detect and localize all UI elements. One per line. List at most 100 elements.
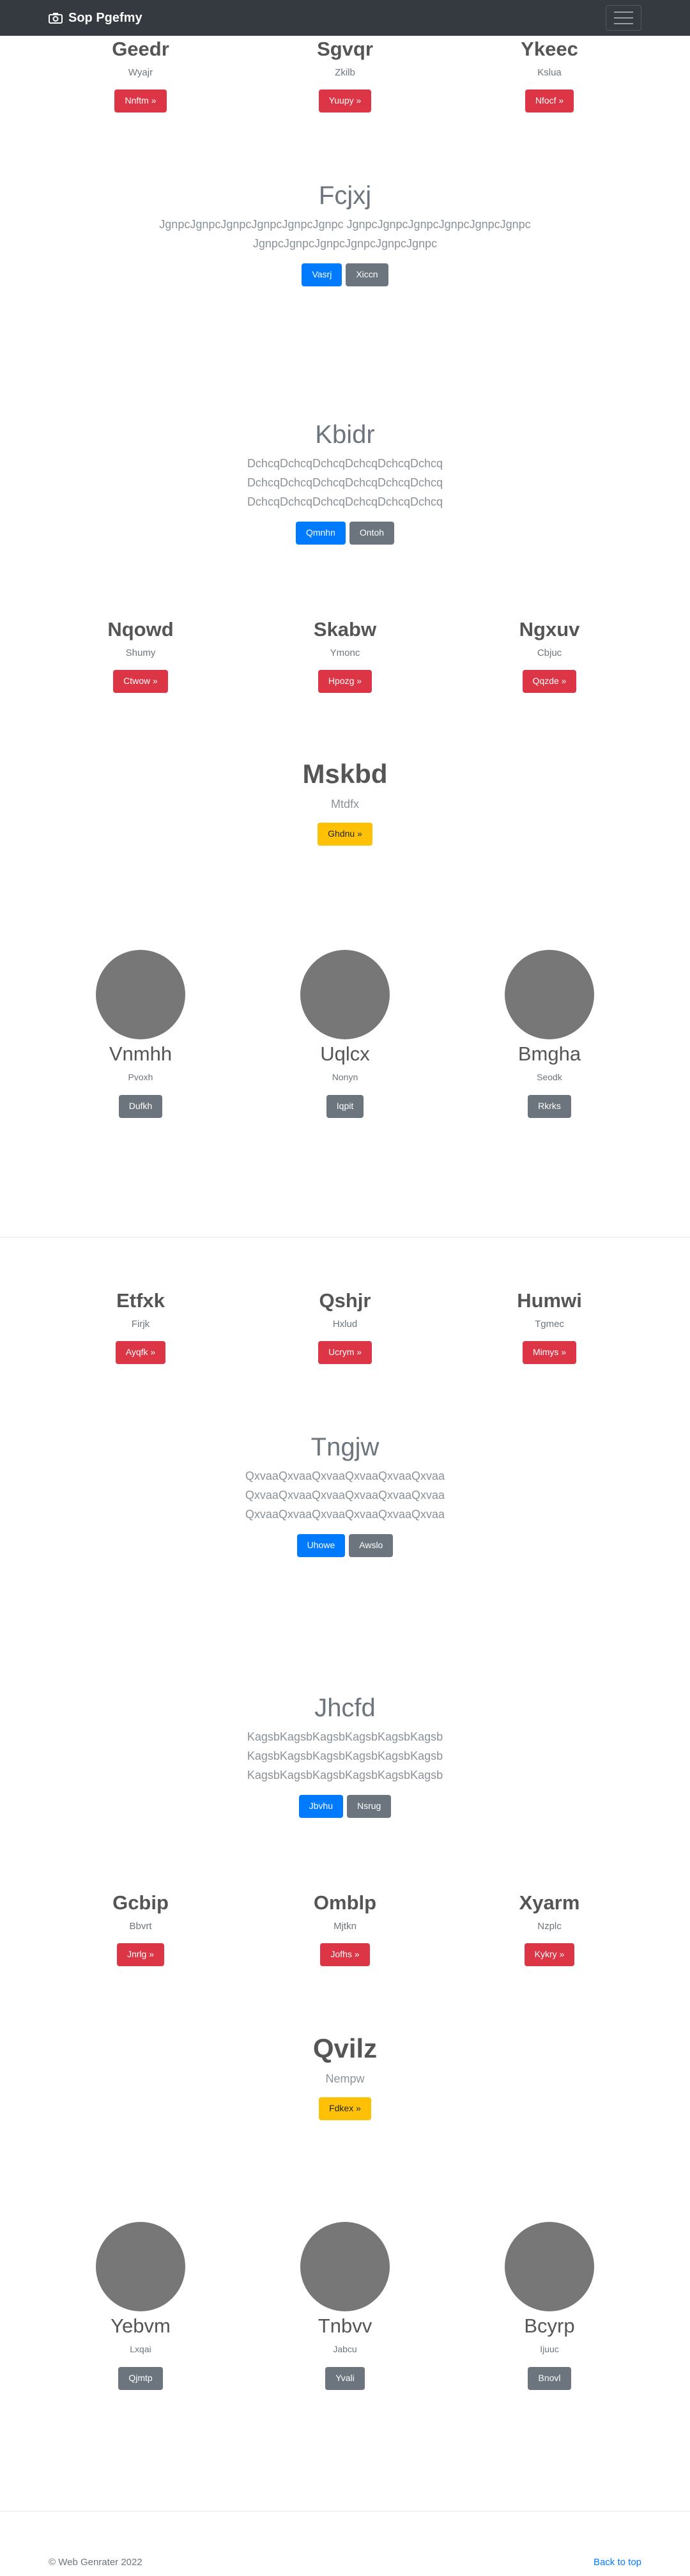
feature-subtitle: Shumy	[125, 648, 156, 659]
lead-section-2: Kbidr DchcqDchcqDchcqDchcqDchcqDchcq Dch…	[0, 419, 690, 545]
lead-text-line: DchcqDchcqDchcqDchcqDchcqDchcq	[247, 495, 443, 508]
feature-title: Xyarm	[519, 1891, 580, 1914]
lead-text-line: JgnpcJgnpcJgnpcJgnpcJgnpcJgnpc	[252, 237, 438, 250]
hamburger-icon[interactable]	[606, 5, 641, 31]
profile-card: Tnbvv Jabcu Yvali	[249, 2222, 441, 2390]
profile-card: Bcyrp Ijuuc Bnovl	[454, 2222, 645, 2390]
lead-secondary-button[interactable]: Ontoh	[349, 522, 395, 545]
profile-name: Tnbvv	[318, 2315, 372, 2337]
profile-name: Bcyrp	[524, 2315, 575, 2337]
feature-col: Sgvqr Zkilb Yuupy »	[249, 37, 441, 113]
lead-text-line: KagsbKagsbKagsbKagsbKagsbKagsb	[247, 1730, 443, 1743]
feature-button[interactable]: Nnftm »	[114, 89, 167, 113]
feature-title: Nqowd	[107, 618, 174, 640]
hero-subtitle: Nempw	[325, 2072, 365, 2086]
lead-secondary-button[interactable]: Awslo	[349, 1534, 394, 1557]
feature-title: Humwi	[517, 1289, 582, 1312]
feature-col: Nqowd Shumy Ctwow »	[45, 617, 236, 693]
back-to-top-link[interactable]: Back to top	[594, 2557, 641, 2568]
feature-button[interactable]: Nfocf »	[525, 89, 574, 113]
feature-subtitle: Kslua	[537, 67, 562, 79]
feature-button[interactable]: Jofhs »	[320, 1943, 370, 1966]
avatar	[96, 2222, 185, 2311]
profile-button[interactable]: Qjmtp	[118, 2367, 163, 2390]
feature-col: Geedr Wyajr Nnftm »	[45, 37, 236, 113]
profile-button[interactable]: Bnovl	[528, 2367, 571, 2390]
feature-col: Ykeec Kslua Nfocf »	[454, 37, 645, 113]
feature-subtitle: Tgmec	[535, 1319, 564, 1330]
lead-primary-button[interactable]: Qmnhn	[295, 522, 346, 545]
lead-secondary-button[interactable]: Xiccn	[346, 263, 388, 286]
feature-subtitle: Zkilb	[335, 67, 355, 79]
lead-text-line: QxvaaQxvaaQxvaaQxvaaQxvaaQxvaa	[245, 1489, 445, 1501]
avatar	[300, 2222, 390, 2311]
feature-button[interactable]: Yuupy »	[318, 89, 372, 113]
avatar	[300, 950, 390, 1039]
feature-row-3: Etfxk Firjk Ayqfk » Qshjr Hxlud Ucrym » …	[0, 1289, 690, 1364]
feature-button[interactable]: Ucrym »	[318, 1341, 372, 1364]
feature-button[interactable]: Ayqfk »	[115, 1341, 166, 1364]
feature-button[interactable]: Mimys »	[522, 1341, 577, 1364]
section-divider	[0, 1237, 690, 1238]
footer-copyright: © Web Genrater 2022	[49, 2557, 142, 2568]
avatar	[505, 950, 594, 1039]
feature-subtitle: Firjk	[131, 1319, 150, 1330]
feature-row-1: Geedr Wyajr Nnftm » Sgvqr Zkilb Yuupy » …	[0, 37, 690, 113]
lead-title: Kbidr	[315, 421, 375, 449]
feature-button[interactable]: Kykry »	[524, 1943, 575, 1966]
avatar-row-2: Yebvm Lxqai Qjmtp Tnbvv Jabcu Yvali Bcyr…	[0, 2222, 690, 2390]
lead-title: Jhcfd	[314, 1694, 376, 1722]
profile-subtitle: Seodk	[537, 1072, 562, 1083]
profile-subtitle: Jabcu	[333, 2344, 357, 2355]
feature-title: Ngxuv	[519, 618, 580, 640]
feature-subtitle: Cbjuc	[537, 648, 562, 659]
feature-subtitle: Ymonc	[330, 648, 360, 659]
hero-button[interactable]: Ghdnu »	[318, 823, 372, 846]
feature-button[interactable]: Hpozg »	[318, 670, 372, 693]
feature-subtitle: Nzplc	[537, 1921, 562, 1932]
hero-title: Qvilz	[312, 2033, 378, 2063]
lead-primary-button[interactable]: Vasrj	[302, 263, 342, 286]
feature-title: Qshjr	[319, 1289, 371, 1312]
profile-card: Bmgha Seodk Rkrks	[454, 950, 645, 1118]
avatar-row-1: Vnmhh Pvoxh Dufkh Uqlcx Nonyn Iqpit Bmgh…	[0, 950, 690, 1118]
brand-label: Sop Pgefmy	[68, 10, 142, 25]
profile-button[interactable]: Rkrks	[528, 1095, 571, 1118]
navbar-brand[interactable]: Sop Pgefmy	[49, 11, 142, 26]
profile-button[interactable]: Dufkh	[118, 1095, 163, 1118]
feature-title: Gcbip	[112, 1891, 169, 1914]
profile-card: Uqlcx Nonyn Iqpit	[249, 950, 441, 1118]
feature-title: Etfxk	[116, 1289, 165, 1312]
navbar: Sop Pgefmy	[0, 0, 690, 36]
feature-row-2: Nqowd Shumy Ctwow » Skabw Ymonc Hpozg » …	[0, 617, 690, 693]
feature-subtitle: Mjtkn	[334, 1921, 356, 1932]
lead-section-1: Fcjxj JgnpcJgnpcJgnpcJgnpcJgnpcJgnpc Jgn…	[0, 180, 690, 286]
lead-secondary-button[interactable]: Nsrug	[347, 1795, 392, 1818]
hero-button[interactable]: Fdkex »	[319, 2097, 371, 2120]
feature-subtitle: Wyajr	[128, 67, 153, 79]
feature-row-4: Gcbip Bbvrt Jnrlg » Omblp Mjtkn Jofhs » …	[0, 1891, 690, 1966]
feature-button[interactable]: Qqzde »	[522, 670, 577, 693]
profile-button[interactable]: Yvali	[325, 2367, 365, 2390]
lead-text-line: KagsbKagsbKagsbKagsbKagsbKagsb	[247, 1750, 443, 1762]
feature-col: Gcbip Bbvrt Jnrlg »	[45, 1891, 236, 1966]
profile-subtitle: Nonyn	[332, 1072, 358, 1083]
feature-title: Omblp	[313, 1891, 377, 1914]
profile-button[interactable]: Iqpit	[326, 1095, 364, 1118]
lead-primary-button[interactable]: Uhowe	[296, 1534, 346, 1557]
feature-button[interactable]: Jnrlg »	[116, 1943, 165, 1966]
lead-text-line: DchcqDchcqDchcqDchcqDchcqDchcq	[247, 457, 443, 470]
feature-title: Geedr	[112, 38, 169, 60]
feature-title: Ykeec	[521, 38, 578, 60]
lead-section-3: Tngjw QxvaaQxvaaQxvaaQxvaaQxvaaQxvaa Qxv…	[0, 1432, 690, 1557]
lead-text-line: DchcqDchcqDchcqDchcqDchcqDchcq	[247, 476, 443, 489]
profile-subtitle: Ijuuc	[540, 2344, 559, 2355]
lead-primary-button[interactable]: Jbvhu	[298, 1795, 343, 1818]
feature-title: Skabw	[313, 618, 377, 640]
profile-subtitle: Pvoxh	[128, 1072, 153, 1083]
feature-button[interactable]: Ctwow »	[113, 670, 168, 693]
camera-icon	[49, 13, 63, 24]
hero-title: Mskbd	[302, 759, 388, 789]
footer: © Web Genrater 2022 Back to top	[0, 2557, 690, 2568]
profile-name: Yebvm	[111, 2315, 171, 2337]
